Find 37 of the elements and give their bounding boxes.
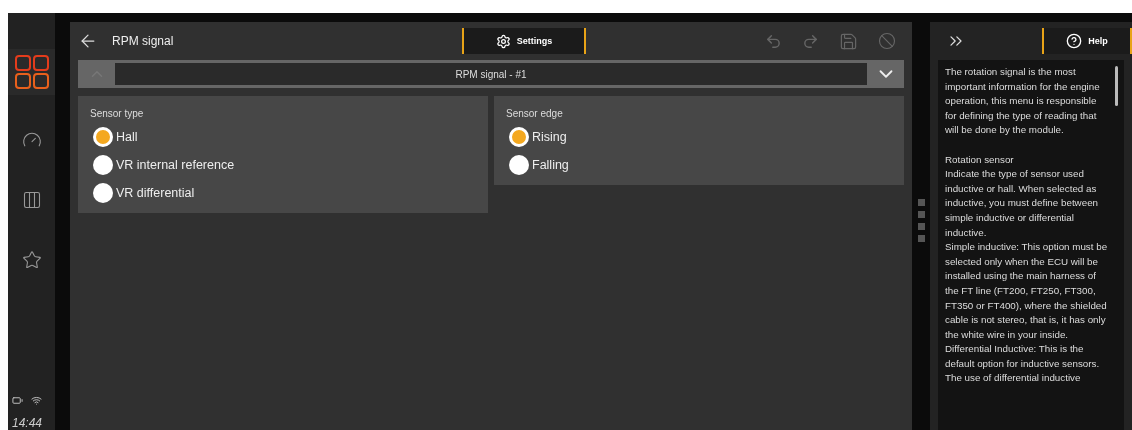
settings-icon xyxy=(495,33,511,49)
radio-option[interactable]: Hall xyxy=(93,125,476,149)
page-title: RPM signal xyxy=(112,34,175,48)
clock-time: 14:44 xyxy=(12,416,43,430)
help-icon xyxy=(1066,33,1083,49)
star-icon xyxy=(21,250,42,270)
help-tab[interactable]: Help xyxy=(1042,28,1132,54)
help-text: Simple inductive: This option must be selected only when the ECU will be installed using the main harness of the FT line (FT200, FT250, FT300, FT350 or FT400), where the shielded cable is not stereo, that is, it has only the white wire in your inside. xyxy=(945,240,1109,342)
radio-option[interactable]: VR internal reference xyxy=(93,153,476,177)
scrollbar-thumb[interactable] xyxy=(1115,66,1118,106)
radio-option[interactable]: Falling xyxy=(509,153,892,177)
radio-button[interactable] xyxy=(93,183,113,203)
radio-button[interactable] xyxy=(93,127,113,147)
save-button[interactable] xyxy=(839,31,858,51)
radio-option[interactable]: Rising xyxy=(509,125,892,149)
radio-option[interactable]: VR differential xyxy=(93,181,476,205)
indicator-square xyxy=(917,223,925,230)
radio-button[interactable] xyxy=(509,127,529,147)
indicator-square xyxy=(917,199,925,206)
instance-select[interactable]: RPM signal - #1 xyxy=(115,63,867,85)
apps-grid-icon xyxy=(14,55,49,89)
battery-icon xyxy=(12,395,23,406)
radio-button[interactable] xyxy=(509,155,529,175)
indicator-square xyxy=(917,211,925,218)
group-title: Sensor type xyxy=(90,108,145,119)
settings-tab[interactable]: Settings xyxy=(462,28,586,54)
indicator-square xyxy=(917,235,925,242)
help-text: The use of differential inductive xyxy=(945,371,1082,386)
help-text: Differential Inductive: This is the default option for inductive sensors. xyxy=(945,342,1101,371)
columns-icon xyxy=(21,190,42,210)
wifi-icon xyxy=(31,395,42,406)
group-title: Sensor edge xyxy=(506,108,564,119)
radio-button[interactable] xyxy=(93,155,113,175)
help-text: The rotation signal is the most important information for the engine operation, this menu is responsible for defining the type of reading that will be done by the module. xyxy=(945,65,1101,138)
sidebar-button[interactable] xyxy=(8,49,55,95)
help-text: Rotation sensor xyxy=(945,152,1015,167)
help-text: Indicate the type of sensor used inductive or hall. When selected as inductive, you must define between simple inductive or differential inductive. xyxy=(945,167,1100,240)
